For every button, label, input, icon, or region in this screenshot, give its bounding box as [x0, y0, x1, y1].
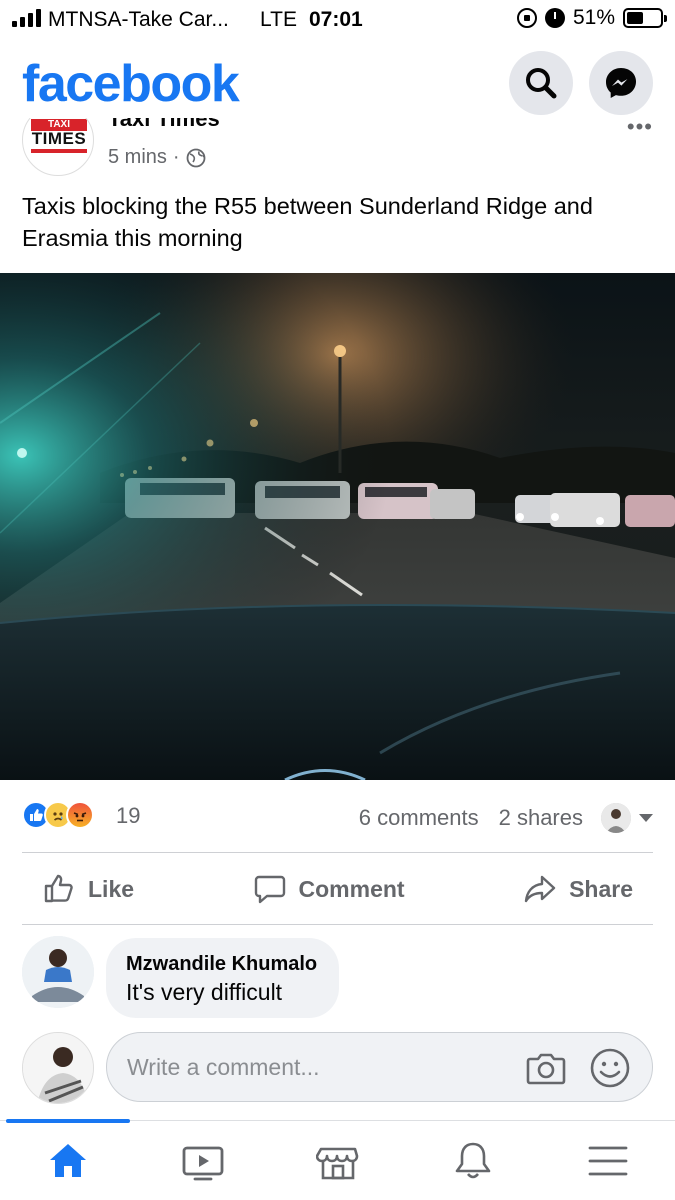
page-name[interactable]: Taxi Times [108, 118, 220, 132]
nav-notifications[interactable] [405, 1121, 540, 1200]
menu-icon [588, 1146, 627, 1175]
comments-count[interactable]: 6 comments [359, 805, 479, 831]
status-time: 07:01 [309, 8, 363, 31]
post-meta: 5 mins · [108, 146, 206, 169]
current-user-avatar [22, 1032, 94, 1104]
viewer-avatar[interactable] [601, 803, 631, 833]
watch-icon [182, 1146, 223, 1180]
status-right: 51% [516, 6, 667, 30]
messenger-button[interactable] [589, 51, 653, 115]
divider [22, 924, 653, 925]
post-actions: Like Comment Share [22, 856, 653, 922]
meta-separator: · [172, 146, 180, 168]
more-options-icon[interactable]: ••• [627, 118, 653, 138]
alarm-icon [544, 8, 565, 28]
reactions-summary: 19 6 comments 2 shares [22, 797, 653, 837]
divider [22, 852, 653, 853]
thumbs-up-icon [44, 874, 73, 903]
marketplace-icon [315, 1147, 358, 1179]
comment-text: It's very difficult [126, 979, 283, 1005]
signal-icon [12, 9, 41, 27]
messenger-icon [606, 68, 636, 98]
emoji-icon[interactable] [588, 1046, 632, 1090]
search-button[interactable] [509, 51, 573, 115]
notifications-icon [455, 1142, 490, 1178]
comment-button[interactable]: Comment [233, 872, 425, 906]
active-tab-indicator [6, 1119, 130, 1123]
write-comment-row [22, 1030, 653, 1106]
rotation-lock-icon [516, 8, 537, 28]
camera-icon[interactable] [524, 1046, 568, 1090]
battery-icon [623, 8, 667, 28]
facebook-logo[interactable]: facebook [22, 54, 240, 114]
avatar-logo-main: TIMES [31, 129, 87, 148]
nav-menu[interactable] [540, 1121, 675, 1200]
like-label: Like [88, 875, 135, 902]
post-photo[interactable] [0, 273, 675, 780]
app-header: facebook [0, 44, 675, 124]
home-icon [49, 1143, 86, 1177]
nav-marketplace[interactable] [270, 1121, 405, 1200]
comment-item: Mzwandile Khumalo It's very difficult [22, 936, 653, 1020]
share-label: Share [569, 875, 633, 902]
status-bar: MTNSA-Take Car... LTE 07:01 51% [0, 0, 675, 40]
page-avatar[interactable]: TAXI TIMES [22, 118, 94, 176]
nav-watch[interactable] [135, 1121, 270, 1200]
comment-label: Comment [298, 875, 405, 902]
search-icon [526, 68, 557, 99]
engagement-counts: 6 comments 2 shares [359, 803, 653, 833]
comment-icon [254, 875, 285, 904]
comment-author[interactable]: Mzwandile Khumalo [126, 950, 317, 978]
comment-input-box[interactable] [106, 1032, 653, 1102]
post-time[interactable]: 5 mins [108, 146, 167, 169]
post-header: TAXI TIMES Taxi Times 5 mins · ••• [0, 118, 675, 183]
like-button[interactable]: Like [22, 872, 154, 906]
chevron-down-icon[interactable] [639, 814, 653, 822]
shares-count[interactable]: 2 shares [499, 805, 583, 831]
share-button[interactable]: Share [503, 872, 653, 906]
comment-input[interactable] [127, 1033, 507, 1101]
reaction-icons[interactable] [22, 801, 94, 829]
carrier-name: MTNSA-Take Car... [48, 8, 229, 31]
night-road-photo [0, 273, 675, 780]
battery-percent: 51% [572, 6, 615, 29]
angry-icon [66, 801, 94, 829]
nav-home[interactable] [0, 1119, 135, 1200]
bottom-nav [0, 1119, 675, 1200]
globe-icon [186, 148, 205, 167]
post-text: Taxis blocking the R55 between Sunderlan… [22, 193, 593, 251]
commenter-avatar[interactable] [22, 936, 94, 1008]
comment-bubble[interactable]: Mzwandile Khumalo It's very difficult [106, 938, 340, 1018]
network-type: LTE [260, 8, 297, 31]
share-arrow-icon [524, 875, 556, 903]
avatar-logo-bar [31, 149, 87, 153]
reaction-count[interactable]: 19 [116, 803, 140, 829]
